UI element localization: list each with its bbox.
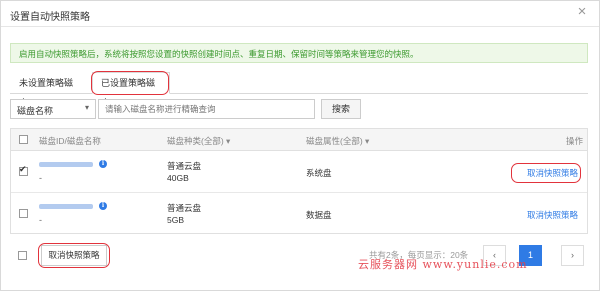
column-disk-attribute-label: 磁盘属性(全部)	[306, 136, 363, 146]
info-notice: 启用自动快照策略后，系统将按照您设置的快照创建时间点、重复日期、保留时间等策略来…	[10, 43, 588, 63]
site-watermark: 云服务器网 www.yunlie.com	[358, 258, 528, 271]
disk-attribute: 数据盘	[306, 210, 332, 220]
bulk-cancel-policy-button[interactable]: 取消快照策略	[41, 245, 107, 266]
tab-bar: 未设置策略磁盘 已设置策略磁盘	[10, 72, 588, 108]
column-disk-type[interactable]: 磁盘种类(全部) ▾	[167, 135, 230, 147]
info-icon[interactable]: i	[99, 160, 107, 168]
table-row: i - 普通云盘 40GB 系统盘 取消快照策略	[11, 151, 587, 193]
select-all-checkbox[interactable]	[19, 135, 28, 144]
info-icon[interactable]: i	[99, 202, 107, 210]
disk-id-link[interactable]	[39, 204, 93, 209]
table-row: i - 普通云盘 5GB 数据盘 取消快照策略	[11, 193, 587, 235]
column-disk-type-label: 磁盘种类(全部)	[167, 136, 224, 146]
dialog-title: 设置自动快照策略	[10, 12, 90, 23]
filter-select-value: 磁盘名称	[17, 106, 54, 116]
column-disk-id: 磁盘ID/磁盘名称	[39, 136, 101, 146]
search-button[interactable]: 搜索	[321, 99, 361, 119]
tab-unset-policy-disks[interactable]: 未设置策略磁盘	[10, 72, 90, 108]
filter-field-select[interactable]: 磁盘名称 ▾	[10, 99, 96, 119]
disk-name: -	[39, 215, 42, 225]
bulk-select-checkbox[interactable]	[18, 251, 27, 260]
column-disk-attribute[interactable]: 磁盘属性(全部) ▾	[306, 135, 369, 147]
tab-set-policy-disks[interactable]: 已设置策略磁盘	[92, 72, 170, 108]
disk-size: 5GB	[167, 215, 185, 225]
chevron-down-icon: ▾	[84, 103, 89, 112]
dialog-header: 设置自动快照策略 ×	[1, 1, 599, 27]
notice-text: 启用自动快照策略后，系统将按照您设置的快照创建时间点、重复日期、保留时间等策略来…	[19, 49, 419, 59]
snapshot-policy-dialog: 设置自动快照策略 × 启用自动快照策略后，系统将按照您设置的快照创建时间点、重复…	[0, 0, 600, 291]
next-page-button[interactable]: ›	[561, 245, 584, 266]
cancel-policy-link[interactable]: 取消快照策略	[527, 167, 578, 179]
chevron-down-icon: ▾	[226, 136, 231, 146]
row-checkbox[interactable]	[19, 209, 28, 218]
cancel-policy-link[interactable]: 取消快照策略	[527, 209, 578, 221]
disk-id-link[interactable]	[39, 162, 93, 167]
disk-attribute: 系统盘	[306, 168, 332, 178]
table-header: 磁盘ID/磁盘名称 磁盘种类(全部) ▾ 磁盘属性(全部) ▾ 操作	[11, 129, 587, 151]
close-icon[interactable]: ×	[574, 4, 590, 20]
disk-name: -	[39, 173, 42, 183]
disk-type: 普通云盘	[167, 203, 202, 213]
disk-table: 磁盘ID/磁盘名称 磁盘种类(全部) ▾ 磁盘属性(全部) ▾ 操作 i - 普…	[10, 128, 588, 234]
column-actions: 操作	[566, 136, 584, 146]
search-input[interactable]	[98, 99, 315, 119]
disk-size: 40GB	[167, 173, 189, 183]
disk-type: 普通云盘	[167, 161, 202, 171]
chevron-down-icon: ▾	[365, 136, 370, 146]
row-checkbox[interactable]	[19, 164, 28, 176]
